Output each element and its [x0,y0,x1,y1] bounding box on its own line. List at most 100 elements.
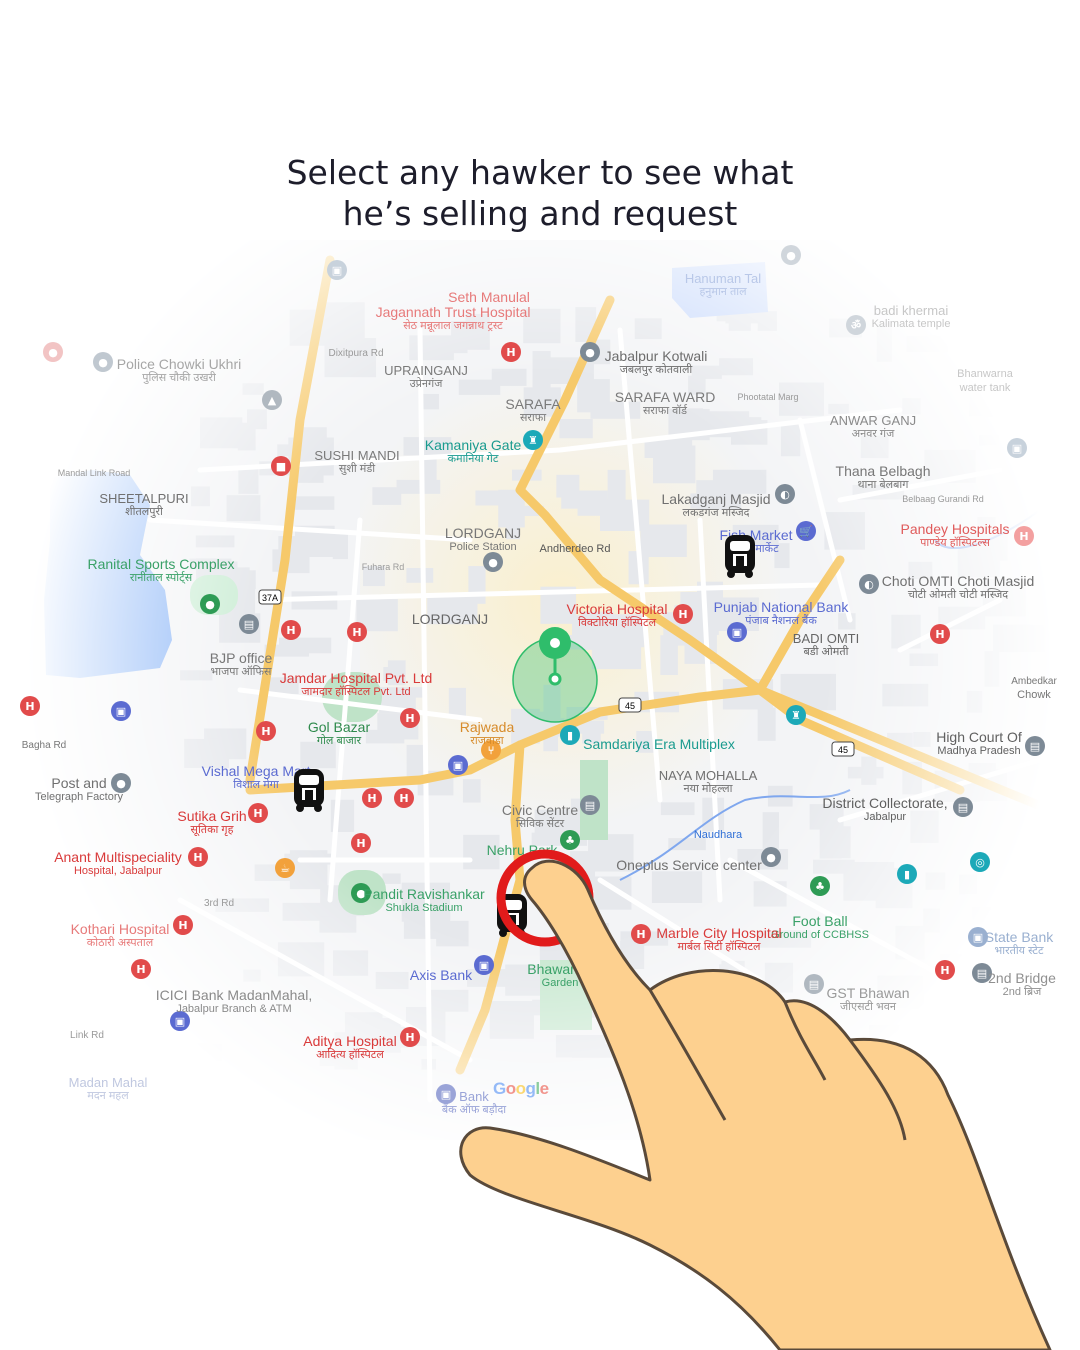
map-label[interactable]: Lakadganj Masjid लकडगंज मस्जिद [662,492,771,520]
map-label[interactable]: Belbaag Gurandi Rd [902,492,984,507]
map-label[interactable]: Civic Centre सिविक सेंटर [502,803,578,831]
map-label[interactable]: Link Rd [70,1028,104,1043]
map-label[interactable]: Victoria Hospital विक्टोरिया हॉस्पिटल [567,602,668,630]
mosque-icon[interactable]: ◐ [775,484,795,504]
camera-icon[interactable]: ◎ [970,852,990,872]
hospital-icon[interactable]: H [631,924,651,944]
map-label[interactable]: Gol Bazar गोल बाजार [308,720,370,748]
government-icon[interactable]: ▤ [953,797,973,817]
bus-icon[interactable]: ▣ [327,260,347,280]
hawker-marker-3[interactable] [494,892,530,938]
location-pin-icon[interactable]: ● [761,847,781,867]
monument-icon[interactable]: ♜ [523,430,543,450]
hospital-icon[interactable]: H [131,959,151,979]
map-label[interactable]: Police Chowki Ukhri पुलिस चौकी उखरी [117,357,241,385]
map-label[interactable]: Pandit Ravishankar Shukla Stadium [363,887,484,915]
hospital-icon[interactable]: H [501,342,521,362]
hospital-icon[interactable]: H [173,915,193,935]
hawker-marker-2[interactable] [291,767,327,813]
cart-icon[interactable]: 🛒 [796,521,816,541]
police-icon[interactable]: ● [483,552,503,572]
government-icon[interactable]: ▤ [804,974,824,994]
map-label[interactable]: LORDGANJ Police Station [445,526,521,554]
map-label[interactable]: BJP office भाजपा ऑफिस [210,651,273,679]
hospital-icon[interactable]: H [930,624,950,644]
cafe-icon[interactable]: ☕ [275,858,295,878]
map-label[interactable]: Anant Multispeciality Hospital, Jabalpur [54,850,182,878]
atm-icon[interactable]: ▣ [474,955,494,975]
map-label[interactable]: ICICI Bank MadanMahal, Jabalpur Branch & … [156,988,312,1016]
map-label[interactable]: Ranital Sports Complex रानीताल स्पोर्ट्स [87,557,234,585]
map-label[interactable]: Axis Bank [410,968,472,983]
map-label[interactable]: Aditya Hospital आदित्य हॉस्पिटल [303,1034,396,1062]
place-icon[interactable]: ● [43,342,63,362]
map-label[interactable]: Samdariya Era Multiplex [583,737,735,752]
office-icon[interactable]: ▤ [239,614,259,634]
map-label[interactable]: District Collectorate, Jabalpur [822,796,947,824]
map-label[interactable]: Madan Mahal मदन महल [69,1075,148,1102]
hospital-icon[interactable]: H [1014,526,1034,546]
map-label[interactable]: ANWAR GANJ अनवर गंज [830,413,916,440]
map-label[interactable]: Hanuman Tal हनुमान ताल [685,271,761,298]
map-label[interactable]: State Bank भारतीय स्टेट [985,930,1054,958]
hospital-icon[interactable]: H [248,803,268,823]
shop-icon[interactable]: ■ [271,456,291,476]
map-label[interactable]: GST Bhawan जीएसटी भवन [826,986,909,1014]
map-label[interactable]: UPRAINGANJ उप्रेनगंज [384,363,468,390]
map-label[interactable]: Pandey Hospitals पाण्डेय हॉस्पिटल्स [901,522,1010,550]
hawker-marker-1[interactable] [722,533,758,579]
map-label[interactable]: Marble City Hospital मार्बल सिटी हॉस्पिटल [656,926,781,954]
court-icon[interactable]: ▤ [1025,736,1045,756]
map-label[interactable]: Kothari Hospital कोठारी अस्पताल [71,922,170,950]
temple-icon[interactable]: ॐ [846,315,866,335]
hospital-icon[interactable]: H [281,620,301,640]
map-label[interactable]: Post and Telegraph Factory [35,776,123,804]
map-label[interactable]: Fuhara Rd [362,560,405,575]
map-label[interactable]: Dixitpura Rd [328,346,383,361]
police-icon[interactable]: ● [580,342,600,362]
place-icon[interactable]: ● [781,245,801,265]
map-label[interactable]: badi khermai Kalimata temple [872,303,951,330]
map-label[interactable]: Bhanwarna water tank [957,367,1013,394]
monument-icon[interactable]: ♜ [786,705,806,725]
map-label[interactable]: Punjab National Bank पंजाब नैशनल बैंक [714,600,849,628]
map-label[interactable]: Phootatal Marg [737,390,798,405]
atm-icon[interactable]: ▣ [111,701,131,721]
map-label[interactable]: 3rd Rd [204,896,234,911]
tree-icon[interactable]: ♣ [560,830,580,850]
map-label[interactable]: Bagha Rd [22,738,66,753]
government-icon[interactable]: ▤ [580,795,600,815]
map-label[interactable]: Naudhara [694,828,742,843]
hospital-icon[interactable]: H [188,847,208,867]
tree-icon[interactable]: ♣ [810,876,830,896]
map-label[interactable]: Seth Manulal [448,290,530,305]
map-label[interactable]: SUSHI MANDI सुशी मंडी [314,448,399,475]
map-label[interactable]: Ambedkar Chowk [1011,674,1057,701]
school-icon[interactable]: ▲ [262,390,282,410]
map-label[interactable]: Bhawantal Garden [527,962,592,990]
police-icon[interactable]: ● [93,352,113,372]
hospital-icon[interactable]: H [20,696,40,716]
hospital-icon[interactable]: H [351,833,371,853]
map-label[interactable]: NAYA MOHALLA नया मोहल्ला [659,768,758,795]
map-label[interactable]: Kamaniya Gate कमानिया गेट [425,438,522,466]
hospital-icon[interactable]: H [394,788,414,808]
map-label[interactable]: Nehru Park [487,843,558,858]
hospital-icon[interactable]: H [362,788,382,808]
map-label[interactable]: High Court Of Madhya Pradesh [936,730,1022,758]
map-label[interactable]: 2nd Bridge 2nd ब्रिज [988,971,1056,999]
cinema-icon[interactable]: ▮ [560,725,580,745]
hospital-icon[interactable]: H [256,721,276,741]
map-label[interactable]: Oneplus Service center [616,858,762,873]
map-label[interactable]: BADI OMTI बडी ओमती [793,631,859,658]
map-label[interactable]: SARAFA WARD सराफा वॉर्ड [615,390,716,418]
map-label[interactable]: Foot Ball Ground of CCBHSS [771,914,869,942]
hospital-icon[interactable]: H [400,1027,420,1047]
map-label[interactable]: Rajwada राजवाडा [460,720,514,748]
atm-icon[interactable]: ▣ [448,755,468,775]
map-label[interactable]: SARAFA सराफा [505,397,560,425]
map-label[interactable]: Thana Belbagh थाना बेलबाग [836,464,931,492]
map-label[interactable]: Jagannath Trust Hospital सेठ मन्नूलाल जगन… [376,305,531,333]
hospital-icon[interactable]: H [347,622,367,642]
mosque-icon[interactable]: ◐ [859,574,879,594]
